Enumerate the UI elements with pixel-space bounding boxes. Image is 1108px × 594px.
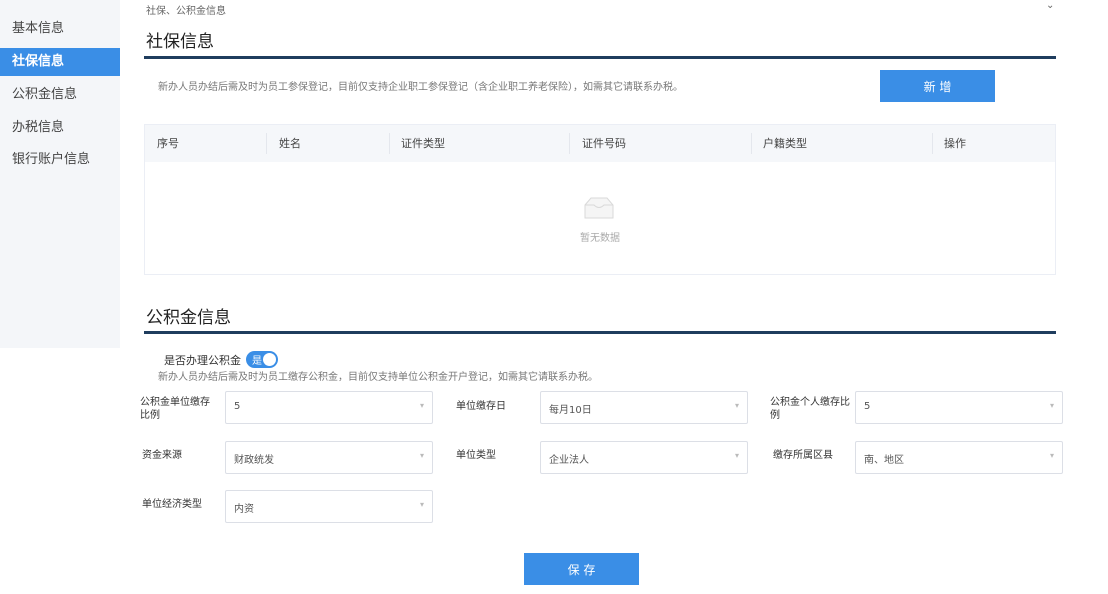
economy-type-select[interactable]: 内资 ▾: [225, 490, 433, 523]
unit-type-select[interactable]: 企业法人 ▾: [540, 441, 748, 474]
chevron-down-icon: ▾: [1049, 401, 1054, 410]
save-button[interactable]: 保 存: [524, 553, 639, 585]
column-header-id-type: 证件类型: [401, 137, 445, 150]
region-select[interactable]: 南、地区 ▾: [855, 441, 1063, 474]
sidebar-item-bank-account[interactable]: 银行账户信息: [0, 146, 120, 174]
unit-ratio-label: 公积金单位缴存比例: [140, 397, 210, 421]
chevron-down-icon: ▾: [1049, 451, 1054, 460]
chevron-down-icon: ▾: [734, 401, 739, 410]
fund-switch-label: 是否办理公积金: [164, 354, 241, 367]
switch-knob: [263, 353, 276, 366]
fund-section-title: 公积金信息: [146, 308, 231, 328]
column-divider: [569, 133, 570, 154]
sidebar-item-basic-info[interactable]: 基本信息: [0, 15, 120, 43]
economy-type-value: 内资: [234, 504, 254, 515]
table-header: 序号 姓名 证件类型 证件号码 户籍类型 操作: [145, 125, 1055, 162]
pay-day-select[interactable]: 每月10日 ▾: [540, 391, 748, 424]
column-header-id-number: 证件号码: [582, 137, 626, 150]
sidebar: 基本信息 社保信息 公积金信息 办税信息 银行账户信息: [0, 0, 120, 348]
pay-day-value: 每月10日: [549, 405, 592, 416]
social-hint: 新办人员办结后需及时为员工参保登记，目前仅支持企业职工参保登记（含企业职工养老保…: [158, 82, 683, 93]
unit-ratio-value: 5: [234, 401, 241, 412]
fund-divider: [144, 331, 1056, 334]
sidebar-item-housing-fund[interactable]: 公积金信息: [0, 81, 120, 109]
economy-type-label: 单位经济类型: [142, 499, 202, 510]
sidebar-item-social-insurance[interactable]: 社保信息: [0, 48, 120, 76]
column-header-actions: 操作: [944, 137, 966, 150]
fund-source-label: 资金来源: [142, 450, 182, 461]
column-header-household-type: 户籍类型: [763, 137, 807, 150]
column-divider: [932, 133, 933, 154]
empty-box-icon: [584, 197, 614, 219]
switch-on-text: 是: [252, 356, 262, 367]
unit-type-value: 企业法人: [549, 455, 589, 466]
unit-type-label: 单位类型: [456, 450, 496, 461]
personal-ratio-label: 公积金个人缴存比例: [770, 397, 850, 421]
chevron-down-icon: ▾: [419, 500, 424, 509]
column-divider: [389, 133, 390, 154]
sidebar-item-tax[interactable]: 办税信息: [0, 114, 120, 142]
fund-hint: 新办人员办结后需及时为员工缴存公积金，目前仅支持单位公积金开户登记，如需其它请联…: [158, 372, 598, 383]
column-divider: [751, 133, 752, 154]
chevron-down-icon[interactable]: ⌄: [1046, 0, 1054, 11]
social-section-title: 社保信息: [146, 32, 214, 52]
add-button[interactable]: 新 增: [880, 70, 995, 102]
social-divider: [144, 56, 1056, 59]
chevron-down-icon: ▾: [419, 401, 424, 410]
column-divider: [266, 133, 267, 154]
section-crumb: 社保、公积金信息: [146, 6, 226, 17]
fund-toggle-switch[interactable]: 是: [246, 351, 278, 368]
fund-source-value: 财政统发: [234, 455, 274, 466]
empty-state-text: 暂无数据: [580, 233, 620, 244]
social-table: 序号 姓名 证件类型 证件号码 户籍类型 操作 暂无数据: [144, 124, 1056, 275]
region-value: 南、地区: [864, 455, 904, 466]
chevron-down-icon: ▾: [419, 451, 424, 460]
region-label: 缴存所属区县: [773, 450, 833, 461]
column-header-index: 序号: [157, 137, 179, 150]
fund-source-select[interactable]: 财政统发 ▾: [225, 441, 433, 474]
chevron-down-icon: ▾: [734, 451, 739, 460]
personal-ratio-value: 5: [864, 401, 871, 412]
unit-ratio-select[interactable]: 5 ▾: [225, 391, 433, 424]
personal-ratio-select[interactable]: 5 ▾: [855, 391, 1063, 424]
column-header-name: 姓名: [279, 137, 301, 150]
pay-day-label: 单位缴存日: [456, 401, 506, 412]
